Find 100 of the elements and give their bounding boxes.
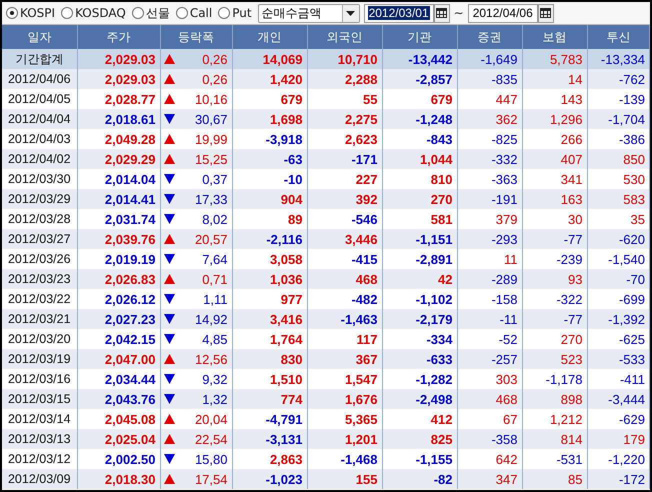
value-cell: -77	[522, 309, 587, 329]
value-cell: -63	[232, 149, 307, 169]
change-cell: 20,04	[194, 412, 228, 426]
value-cell: -257	[457, 349, 522, 369]
metric-dropdown[interactable]: 순매수금액	[258, 4, 360, 22]
change-cell: 0,37	[202, 172, 228, 186]
calendar-icon	[540, 8, 552, 18]
value-cell: -171	[307, 149, 382, 169]
value-cell: -70	[587, 269, 650, 289]
value-cell: -2,116	[232, 229, 307, 249]
caret-icon	[346, 10, 356, 16]
value-cell: 163	[522, 189, 587, 209]
price-cell: 2,014.41	[77, 189, 160, 209]
calendar-button[interactable]	[434, 4, 450, 22]
change-cell: 7,64	[202, 252, 228, 266]
value-cell: -289	[457, 269, 522, 289]
date-cell: 2012/03/21	[2, 309, 77, 329]
value-cell: -358	[457, 429, 522, 449]
value-cell: -1,151	[382, 229, 457, 249]
date-cell: 2012/04/04	[2, 109, 77, 129]
change-cell: 9,32	[202, 372, 228, 386]
change-cell: 0,26	[202, 72, 228, 86]
calendar-icon	[436, 8, 448, 18]
value-cell: 1,036	[232, 269, 307, 289]
date-cell: 2012/03/13	[2, 429, 77, 449]
column-header[interactable]: 보험	[522, 25, 587, 49]
column-header[interactable]: 주가	[77, 25, 160, 49]
value-cell: -835	[457, 69, 522, 89]
value-cell: 347	[457, 469, 522, 489]
value-cell: -172	[587, 469, 650, 489]
change-cell: 4,85	[202, 332, 228, 346]
price-cell: 2,018.30	[77, 469, 160, 489]
value-cell: 825	[382, 429, 457, 449]
value-cell: 898	[522, 389, 587, 409]
value-cell: 1,296	[522, 109, 587, 129]
date-cell: 2012/03/19	[2, 349, 77, 369]
date-cell: 2012/03/15	[2, 389, 77, 409]
value-cell: -2,498	[382, 389, 457, 409]
value-cell: -13,442	[382, 49, 457, 69]
value-cell: -293	[457, 229, 522, 249]
value-cell: -533	[587, 349, 650, 369]
value-cell: 904	[232, 189, 307, 209]
change-cell: 19,99	[194, 132, 228, 146]
value-cell: 1,676	[307, 389, 382, 409]
market-radio[interactable]: KOSPI	[6, 6, 56, 20]
value-cell: 1,044	[382, 149, 457, 169]
value-cell: -3,131	[232, 429, 307, 449]
value-cell: 1,420	[232, 69, 307, 89]
value-cell: -1,463	[307, 309, 382, 329]
change-cell: 20,57	[194, 232, 228, 246]
end-date-field[interactable]: 2012/04/06	[468, 4, 538, 22]
value-cell: -191	[457, 189, 522, 209]
value-cell: 14,069	[232, 49, 307, 69]
change-cell: 10,16	[194, 92, 228, 106]
start-date-field[interactable]: 2012/03/01	[364, 4, 434, 22]
price-cell: 2,043.76	[77, 389, 160, 409]
date-cell: 2012/04/06	[2, 69, 77, 89]
value-cell: 2,275	[307, 109, 382, 129]
value-cell: -332	[457, 149, 522, 169]
change-cell: 1,32	[202, 392, 228, 406]
value-cell: -2,179	[382, 309, 457, 329]
market-radio[interactable]: Call	[176, 6, 212, 20]
value-cell: -2,857	[382, 69, 457, 89]
change-cell: 8,02	[202, 212, 228, 226]
value-cell: 270	[382, 189, 457, 209]
change-cell: 17,54	[194, 472, 228, 486]
calendar-button[interactable]	[538, 4, 554, 22]
value-cell: 2,288	[307, 69, 382, 89]
column-header[interactable]: 일자	[2, 25, 77, 49]
value-cell: 850	[587, 149, 650, 169]
value-cell: 14	[522, 69, 587, 89]
market-radio[interactable]: 선물	[132, 4, 170, 22]
market-radio[interactable]: KOSDAQ	[61, 6, 126, 20]
value-cell: -1,704	[587, 109, 650, 129]
change-cell: 15,80	[194, 452, 228, 466]
column-header[interactable]: 투신	[587, 25, 650, 49]
value-cell: -3,444	[587, 389, 650, 409]
column-header[interactable]: 등락폭	[160, 25, 232, 49]
range-separator: ~	[454, 6, 464, 20]
value-cell: 814	[522, 429, 587, 449]
value-cell: 93	[522, 269, 587, 289]
market-radio[interactable]: Put	[218, 6, 252, 20]
column-header[interactable]: 개인	[232, 25, 307, 49]
value-cell: 3,416	[232, 309, 307, 329]
column-header[interactable]: 증권	[457, 25, 522, 49]
value-cell: 523	[522, 349, 587, 369]
value-cell: -13,334	[587, 49, 650, 69]
value-cell: 179	[587, 429, 650, 449]
price-cell: 2,047.00	[77, 349, 160, 369]
column-header[interactable]: 외국인	[307, 25, 382, 49]
value-cell: 362	[457, 109, 522, 129]
date-cell: 2012/04/02	[2, 149, 77, 169]
price-cell: 2,026.83	[77, 269, 160, 289]
column-header[interactable]: 기관	[382, 25, 457, 49]
value-cell: 42	[382, 269, 457, 289]
change-cell: 12,56	[194, 352, 228, 366]
change-cell: 22,54	[194, 432, 228, 446]
value-cell: 155	[307, 469, 382, 489]
value-cell: 3,446	[307, 229, 382, 249]
change-cell: 14,92	[194, 312, 228, 326]
